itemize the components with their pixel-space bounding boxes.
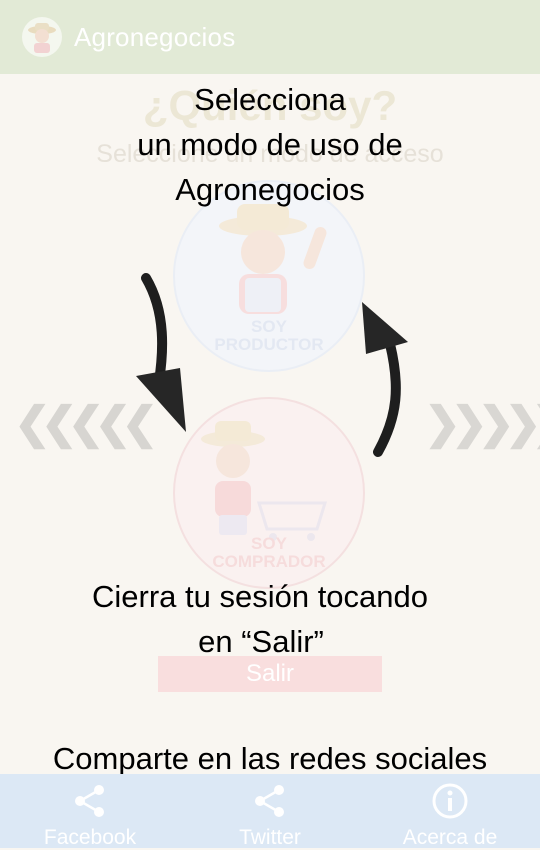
share-icon — [255, 785, 284, 817]
buyer-label-line2: COMPRADOR — [212, 552, 326, 571]
about-button[interactable]: Acerca de — [360, 774, 540, 849]
swipe-right-chevrons-icon[interactable]: ❯❯❯❯❯ — [424, 402, 540, 446]
swipe-left-chevrons-icon[interactable]: ❮❮❮❮❮ — [14, 402, 158, 446]
hint-logout-line1: Cierra tu sesión tocando — [91, 579, 429, 614]
facebook-share-button[interactable]: Facebook — [0, 774, 180, 849]
facebook-label: Facebook — [43, 826, 137, 849]
about-label: Acerca de — [402, 826, 498, 849]
curved-arrow-up-icon — [362, 302, 408, 457]
hint-select-mode-line3: Agronegocios — [175, 172, 365, 207]
share-icon — [75, 785, 104, 817]
hint-select-mode-line2: un modo de uso de — [137, 127, 403, 162]
twitter-share-button[interactable]: Twitter — [180, 774, 360, 849]
curved-arrow-down-icon — [136, 273, 186, 432]
farmer-logo-icon — [22, 17, 62, 57]
hint-logout-line2: en “Salir” — [198, 624, 324, 659]
buyer-label-line1: SOY — [251, 534, 287, 553]
buyer-mode-button[interactable]: SOY COMPRADOR — [173, 397, 365, 589]
producer-label-line2: PRODUCTOR — [214, 335, 324, 354]
hint-select-mode: Selecciona un modo de uso de Agronegocio… — [0, 77, 540, 212]
info-icon — [432, 783, 468, 819]
hint-select-mode-line1: Selecciona — [194, 82, 346, 117]
app-bar: Agronegocios — [0, 0, 540, 74]
producer-label-line1: SOY — [251, 317, 287, 336]
twitter-label: Twitter — [239, 826, 301, 849]
app-title: Agronegocios — [74, 22, 236, 52]
hint-logout: Cierra tu sesión tocando en “Salir” — [0, 574, 540, 664]
bottom-nav: Facebook Twitter Acerca de — [0, 774, 540, 849]
